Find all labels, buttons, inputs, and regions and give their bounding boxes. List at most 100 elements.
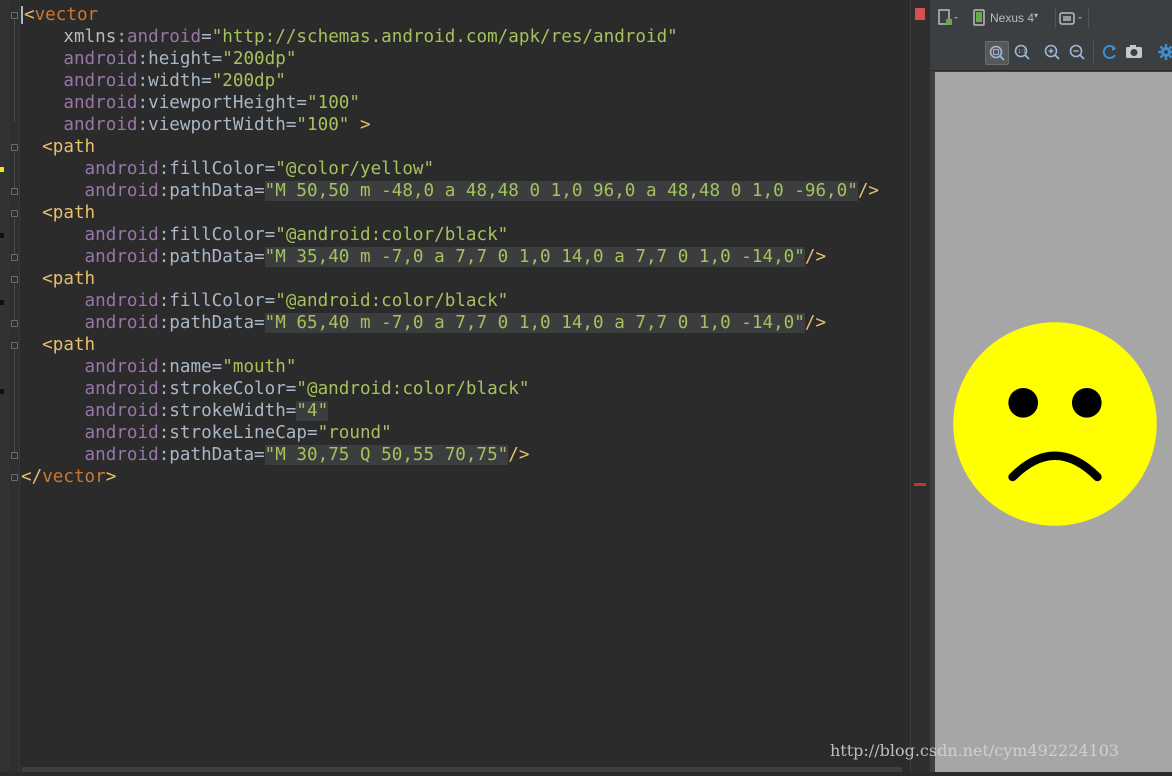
zoom-actual-icon[interactable]: 1:1 bbox=[1012, 41, 1032, 66]
file-icon[interactable] bbox=[938, 9, 958, 30]
editor-horizontal-scrollbar[interactable] bbox=[22, 767, 902, 772]
code-line[interactable]: android:height="200dp" bbox=[21, 48, 911, 70]
code-token: vector bbox=[34, 5, 99, 25]
refresh-icon[interactable] bbox=[1100, 41, 1120, 66]
zoom-in-icon[interactable] bbox=[1042, 41, 1062, 66]
code-area[interactable]: <vector xmlns:android="http://schemas.an… bbox=[21, 4, 911, 488]
code-token: android bbox=[21, 247, 159, 267]
code-line[interactable]: android:pathData="M 65,40 m -7,0 a 7,7 0… bbox=[21, 312, 911, 334]
code-token: "4" bbox=[296, 401, 329, 421]
code-line[interactable]: android:viewportHeight="100" bbox=[21, 92, 911, 114]
code-line[interactable]: <path bbox=[21, 268, 911, 290]
code-token: "M 50,50 m -48,0 a 48,48 0 1,0 96,0 a 48… bbox=[264, 181, 858, 201]
error-stripe-mark[interactable] bbox=[914, 483, 926, 486]
code-token: "100" bbox=[296, 115, 350, 135]
code-token: :name= bbox=[158, 357, 223, 377]
code-line[interactable]: <path bbox=[21, 334, 911, 356]
chevron-down-icon[interactable]: ▾ bbox=[1034, 11, 1038, 20]
editor-gutter bbox=[0, 0, 9, 772]
svg-text:1:1: 1:1 bbox=[1018, 49, 1026, 55]
code-token: /> bbox=[804, 313, 827, 333]
code-line[interactable]: android:strokeLineCap="round" bbox=[21, 422, 911, 444]
code-token: :pathData= bbox=[158, 445, 265, 465]
code-line[interactable]: android:name="mouth" bbox=[21, 356, 911, 378]
code-token: /> bbox=[508, 445, 530, 465]
code-line[interactable]: xmlns:android="http://schemas.android.co… bbox=[21, 26, 911, 48]
gutter-color-marker bbox=[0, 300, 4, 305]
code-token: android bbox=[21, 401, 159, 421]
code-token: : bbox=[116, 27, 127, 47]
code-token: = bbox=[201, 27, 212, 47]
zoom-fit-icon[interactable] bbox=[985, 41, 1009, 65]
code-token: android bbox=[21, 93, 138, 113]
fold-toggle-icon[interactable] bbox=[11, 188, 18, 195]
code-token: android bbox=[21, 379, 159, 399]
device-icon[interactable] bbox=[972, 9, 986, 30]
fold-toggle-icon[interactable] bbox=[11, 474, 18, 481]
fold-toggle-icon[interactable] bbox=[11, 452, 18, 459]
code-line[interactable]: android:pathData="M 50,50 m -48,0 a 48,4… bbox=[21, 180, 911, 202]
gutter-color-marker bbox=[0, 233, 4, 238]
code-token: android bbox=[126, 27, 202, 47]
fold-toggle-icon[interactable] bbox=[11, 144, 18, 151]
fold-guide-line bbox=[14, 152, 15, 188]
code-token: :width= bbox=[137, 71, 212, 91]
code-token: < bbox=[24, 5, 35, 25]
fold-toggle-icon[interactable] bbox=[11, 210, 18, 217]
code-token: :fillColor= bbox=[158, 291, 276, 311]
code-token: "M 65,40 m -7,0 a 7,7 0 1,0 14,0 a 7,7 0… bbox=[264, 313, 805, 333]
orientation-icon[interactable] bbox=[1058, 9, 1084, 30]
code-line[interactable]: android:viewportWidth="100" > bbox=[21, 114, 911, 136]
code-line[interactable]: <path bbox=[21, 202, 911, 224]
fold-toggle-icon[interactable] bbox=[11, 254, 18, 261]
code-line[interactable]: android:fillColor="@android:color/black" bbox=[21, 224, 911, 246]
code-line[interactable]: android:pathData="M 30,75 Q 50,55 70,75"… bbox=[21, 444, 911, 466]
code-line[interactable]: android:pathData="M 35,40 m -7,0 a 7,7 0… bbox=[21, 246, 911, 268]
code-line[interactable]: android:width="200dp" bbox=[21, 70, 911, 92]
fold-toggle-icon[interactable] bbox=[11, 12, 18, 19]
code-token: "round" bbox=[317, 423, 392, 443]
preview-toolbar-zoom: 1:1 bbox=[930, 36, 1172, 71]
text-caret bbox=[21, 6, 23, 24]
code-token: android bbox=[21, 423, 159, 443]
code-token: /> bbox=[804, 247, 827, 267]
code-token: :fillColor= bbox=[158, 225, 276, 245]
code-token: android bbox=[21, 225, 159, 245]
code-token: "http://schemas.android.com/apk/res/andr… bbox=[211, 27, 678, 47]
fold-toggle-icon[interactable] bbox=[11, 276, 18, 283]
right-eye bbox=[1071, 387, 1102, 418]
settings-icon[interactable] bbox=[1156, 42, 1172, 65]
code-token: :strokeLineCap= bbox=[158, 423, 318, 443]
code-token: "@color/yellow" bbox=[275, 159, 435, 179]
code-token: <path bbox=[21, 203, 96, 223]
code-line[interactable]: </vector> bbox=[21, 466, 911, 488]
preview-toolbar-top: Nexus 4 ▾ bbox=[930, 0, 1172, 36]
code-token: :pathData= bbox=[158, 313, 265, 333]
fold-toggle-icon[interactable] bbox=[11, 320, 18, 327]
preview-panel: Nexus 4 ▾ 1:1 bbox=[930, 0, 1172, 772]
code-token: android bbox=[21, 181, 159, 201]
code-line[interactable]: android:fillColor="@color/yellow" bbox=[21, 158, 911, 180]
code-token: :viewportWidth= bbox=[137, 115, 297, 135]
error-stripe-indicator[interactable] bbox=[915, 8, 925, 20]
preview-canvas bbox=[935, 72, 1172, 772]
editor-vertical-scrollbar[interactable] bbox=[910, 0, 931, 772]
screenshot-icon[interactable] bbox=[1124, 42, 1144, 65]
code-token: android bbox=[21, 159, 159, 179]
fold-toggle-icon[interactable] bbox=[11, 342, 18, 349]
code-token: "@android:color/black" bbox=[275, 225, 509, 245]
device-selector[interactable]: Nexus 4 bbox=[990, 11, 1034, 25]
code-token: :viewportHeight= bbox=[137, 93, 308, 113]
code-line[interactable]: android:strokeWidth="4" bbox=[21, 400, 911, 422]
fold-guide-line bbox=[14, 20, 15, 122]
code-token: android bbox=[21, 313, 159, 333]
code-line[interactable]: android:strokeColor="@android:color/blac… bbox=[21, 378, 911, 400]
code-token: :strokeWidth= bbox=[158, 401, 297, 421]
code-line[interactable]: android:fillColor="@android:color/black" bbox=[21, 290, 911, 312]
code-token: :height= bbox=[137, 49, 223, 69]
zoom-out-icon[interactable] bbox=[1067, 41, 1087, 66]
code-line[interactable]: <path bbox=[21, 136, 911, 158]
code-token: "100" bbox=[307, 93, 360, 113]
code-line[interactable]: <vector bbox=[21, 4, 911, 26]
code-editor[interactable]: <vector xmlns:android="http://schemas.an… bbox=[0, 0, 931, 772]
